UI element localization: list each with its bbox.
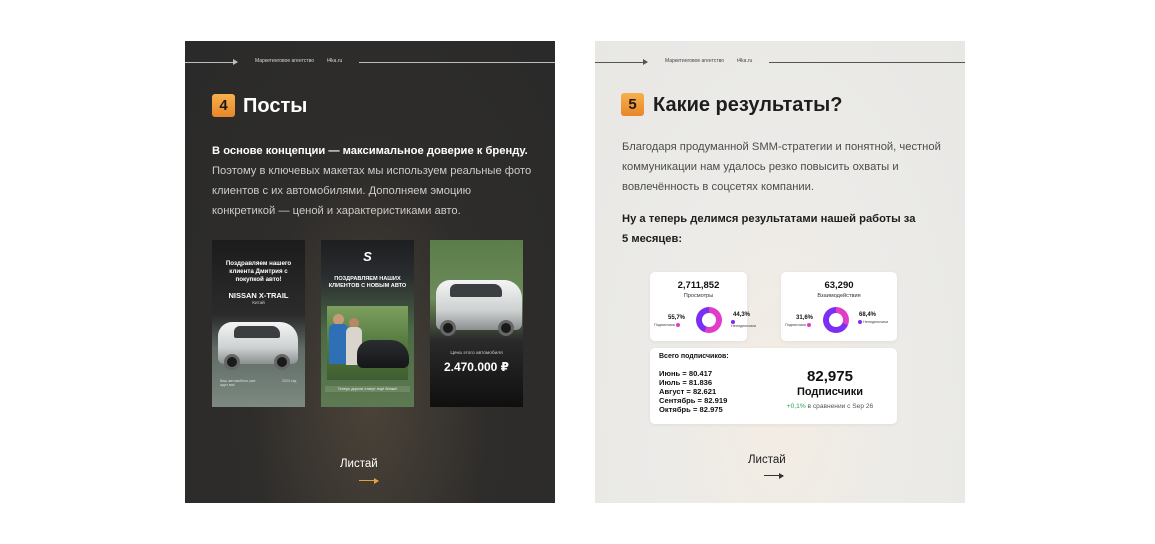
subscribers-row: Август = 82.621 (659, 387, 717, 396)
domain-label: t4ka.ru (327, 58, 343, 64)
car-wheel (440, 320, 456, 336)
views-subscribers-legend: Подписчики (654, 323, 680, 327)
car-photo (357, 340, 409, 368)
subscribers-title: Всего подписчиков: (659, 353, 729, 360)
swipe-cta[interactable]: Листай (748, 454, 786, 466)
slide-number-badge: 4 (212, 94, 235, 117)
topbar-line-right (359, 62, 555, 63)
topbar-line-right (769, 62, 965, 63)
topbar-arrow-icon (233, 59, 238, 65)
interactions-card: 63,290 Взаимодействия 31,6% Подписчики 6… (781, 272, 897, 341)
views-label: Просмотры (683, 293, 714, 299)
subscribers-row: Июнь = 80.417 (659, 369, 713, 378)
post-model: NISSAN X-TRAIL (228, 291, 289, 300)
views-card: 2,711,852 Просмотры 55,7% Подписчики 44,… (650, 272, 756, 341)
views-nonsubscribers-legend: Неподписчики (731, 320, 756, 329)
views-subscribers-label: Подписчики (654, 323, 675, 327)
car-window (234, 326, 280, 338)
growth-value: +0,1% (786, 403, 806, 410)
subscribers-total-label: Подписчики (796, 386, 864, 398)
slide-posts: Маркетинговое агентство t4ka.ru 4 Посты … (185, 41, 555, 503)
swipe-arrow-icon[interactable] (359, 477, 379, 484)
subscribers-row: Июль = 81.836 (659, 378, 713, 387)
car-wheel (498, 320, 514, 336)
lead-strong: В основе концепции — максимальное довери… (212, 145, 528, 157)
post-preview-2[interactable]: S ПОЗДРАВЛЯЕМ НАШИХ КЛИЕНТОВ С НОВЫМ АВТ… (321, 240, 414, 407)
interactions-nonsubscribers-pct: 68,4% (859, 312, 877, 318)
interactions-nonsubscribers-legend: Неподписчики (858, 320, 890, 324)
slide-number-badge: 5 (621, 93, 644, 116)
post-headline: Поздравляем нашего клиента Дмитрия с пок… (225, 260, 292, 283)
subscribers-row: Октябрь = 82.975 (659, 405, 723, 414)
views-donut-chart (696, 307, 722, 333)
car-window (450, 284, 502, 297)
views-value: 2,711,852 (677, 280, 720, 291)
subscribers-dot-icon (675, 323, 680, 327)
interactions-donut-chart (823, 307, 849, 333)
post-caption: Теперь дороги станут ещё ближе! (325, 386, 410, 392)
price-value: 2.470.000 ₽ (443, 360, 510, 374)
subscribers-card: Всего подписчиков: Июнь = 80.417 Июль = … (650, 348, 897, 424)
views-nonsubscribers-pct: 44,3% (733, 312, 751, 318)
interactions-label: Взаимодействия (817, 293, 861, 299)
interactions-subscribers-pct: 31,6% (796, 315, 814, 321)
nonsubscribers-dot-icon (731, 320, 735, 324)
nonsubscribers-dot-icon (858, 320, 862, 324)
slide-topbar: Маркетинговое агентство t4ka.ru (595, 58, 965, 67)
agency-label: Маркетинговое агентство (255, 58, 314, 64)
subscribers-growth: +0,1% в сравнении с Sep 26 (770, 403, 890, 410)
slide-title: Посты (243, 95, 308, 117)
results-intro-text: Благодаря продуманной SMM-стратегии и по… (622, 141, 941, 193)
swipe-arrow-icon[interactable] (764, 472, 784, 479)
post-headline: ПОЗДРАВЛЯЕМ НАШИХ КЛИЕНТОВ С НОВЫМ АВТО (328, 276, 407, 289)
slide-results: Маркетинговое агентство t4ka.ru 5 Какие … (595, 41, 965, 503)
slide-title: Какие результаты? (653, 94, 843, 116)
interactions-subscribers-legend: Подписчики (785, 323, 811, 327)
slide-lead-text: В основе концепции — максимальное довери… (212, 141, 532, 221)
views-nonsubscribers-label: Неподписчики (731, 324, 757, 329)
post-footer-right: 2023 год (282, 379, 297, 383)
growth-rest: в сравнении с Sep 26 (807, 403, 874, 410)
post-footer-left: Ваш автомобиль уже ждет вас (220, 379, 256, 387)
post-preview-1[interactable]: Поздравляем нашего клиента Дмитрия с пок… (212, 240, 305, 407)
subscribers-row: Сентябрь = 82.919 (659, 396, 728, 405)
topbar-arrow-icon (643, 59, 648, 65)
post-origin: Китай (252, 300, 265, 305)
brand-logo: S (363, 249, 372, 264)
slide-topbar: Маркетинговое агентство t4ka.ru (185, 58, 555, 67)
views-subscribers-pct: 55,7% (668, 315, 686, 321)
agency-label: Маркетинговое агентство (665, 58, 724, 64)
interactions-subscribers-label: Подписчики (785, 323, 806, 327)
swipe-cta[interactable]: Листай (340, 458, 378, 470)
car-wheel (274, 354, 290, 370)
subscribers-total: 82,975 (807, 368, 853, 385)
topbar-line-left (185, 62, 237, 63)
topbar-line-left (595, 62, 647, 63)
subscribers-dot-icon (806, 323, 811, 327)
interactions-value: 63,290 (824, 280, 854, 291)
results-sub-text: Ну а теперь делимся результатами нашей р… (622, 213, 916, 245)
lead-rest: Поэтому в ключевых макетах мы используем… (212, 165, 532, 217)
car-wheel (224, 354, 240, 370)
price-label: Цена этого автомобиля (450, 351, 503, 356)
interactions-nonsubscribers-label: Неподписчики (863, 320, 889, 324)
domain-label: t4ka.ru (737, 58, 753, 64)
post-preview-3[interactable]: Цена этого автомобиля 2.470.000 ₽ (430, 240, 523, 407)
